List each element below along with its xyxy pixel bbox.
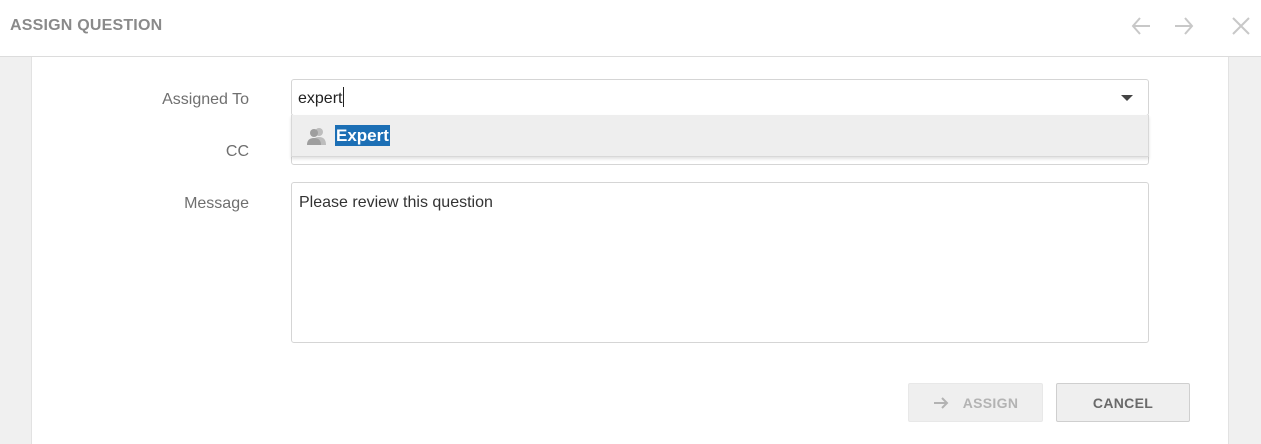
dialog-header: ASSIGN QUESTION xyxy=(0,0,1261,57)
cancel-button[interactable]: CANCEL xyxy=(1056,383,1190,422)
dropdown-option-label: Expert xyxy=(335,125,390,146)
forward-button[interactable] xyxy=(1170,12,1198,40)
assign-button[interactable]: ASSIGN xyxy=(908,383,1043,422)
dialog-title: ASSIGN QUESTION xyxy=(10,17,163,34)
assigned-to-dropdown: Expert xyxy=(291,115,1149,157)
message-textarea[interactable]: Please review this question xyxy=(291,182,1149,343)
close-button[interactable] xyxy=(1227,12,1255,40)
close-icon xyxy=(1232,17,1250,35)
assigned-to-value: expert xyxy=(298,90,343,107)
assign-button-label: ASSIGN xyxy=(962,394,1019,411)
dropdown-option-expert[interactable]: Expert xyxy=(292,115,1148,156)
cancel-button-label: CANCEL xyxy=(1092,394,1154,411)
back-button[interactable] xyxy=(1127,12,1155,40)
assigned-to-label: Assigned To xyxy=(162,91,249,108)
assigned-to-input[interactable]: expert xyxy=(298,87,345,108)
arrow-right-icon xyxy=(1175,17,1194,35)
scroll-gutter xyxy=(1229,57,1261,444)
message-label: Message xyxy=(184,195,249,212)
arrow-left-icon xyxy=(1131,17,1150,35)
user-group-icon xyxy=(307,128,326,145)
text-caret xyxy=(343,87,345,107)
assigned-to-combobox[interactable]: expert xyxy=(291,79,1149,116)
message-text: Please review this question xyxy=(299,194,493,211)
chevron-down-icon[interactable] xyxy=(1121,95,1133,101)
cc-label: CC xyxy=(225,143,249,160)
arrow-right-icon xyxy=(933,396,949,409)
